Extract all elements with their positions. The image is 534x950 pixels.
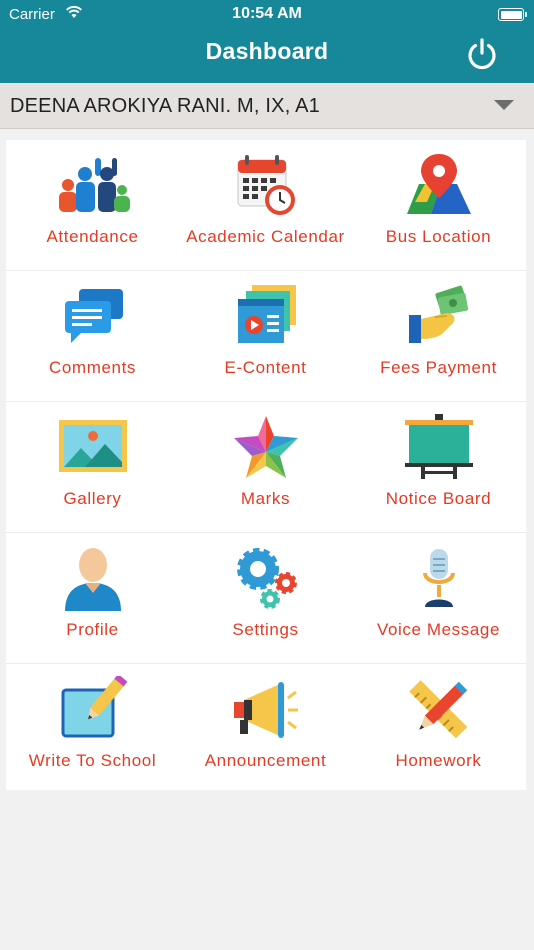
- video-content-icon: [237, 285, 296, 343]
- tile-profile[interactable]: Profile: [6, 533, 179, 663]
- tile-label: Voice Message: [376, 620, 501, 639]
- tile-label: Homework: [395, 751, 482, 770]
- tile-label: Gallery: [63, 489, 122, 508]
- tile-label: Profile: [66, 620, 119, 639]
- user-icon: [64, 548, 121, 611]
- chat-bubbles-icon: [64, 289, 123, 343]
- tile-label: Attendance: [46, 227, 139, 246]
- tile-fees-payment[interactable]: Fees Payment: [352, 271, 525, 401]
- tile-label: E-Content: [224, 358, 307, 377]
- app-header: Carrier 10:54 AM Dashboard: [0, 0, 534, 83]
- calendar-icon: [237, 155, 295, 215]
- tile-attendance[interactable]: Attendance: [6, 140, 179, 270]
- tile-announcement[interactable]: Announcement: [179, 664, 352, 794]
- tile-e-content[interactable]: E-Content: [179, 271, 352, 401]
- tile-notice-board[interactable]: Notice Board: [352, 402, 525, 532]
- tile-voice-message[interactable]: Voice Message: [352, 533, 525, 663]
- clock: 10:54 AM: [232, 5, 302, 22]
- board-icon: [404, 414, 473, 479]
- money-hand-icon: [408, 285, 468, 343]
- tile-marks[interactable]: Marks: [179, 402, 352, 532]
- grid-row: Gallery Marks Notice Board: [6, 402, 526, 532]
- gears-icon: [236, 548, 297, 609]
- picture-icon: [58, 420, 127, 472]
- microphone-icon: [422, 549, 455, 607]
- battery-icon: [498, 8, 527, 21]
- attendance-icon: [58, 158, 130, 212]
- dashboard-grid: Attendance Academic Calendar Bus Locatio…: [6, 140, 526, 790]
- tile-label: Announcement: [204, 751, 327, 770]
- grid-row: Comments E-Content Fees Payment: [6, 271, 526, 401]
- tile-settings[interactable]: Settings: [179, 533, 352, 663]
- star-icon: [233, 416, 298, 478]
- tile-gallery[interactable]: Gallery: [6, 402, 179, 532]
- page-title: Dashboard: [205, 38, 329, 64]
- pencil-ruler-icon: [408, 680, 467, 739]
- chevron-down-icon: [494, 100, 514, 110]
- megaphone-icon: [233, 682, 298, 738]
- tile-comments[interactable]: Comments: [6, 271, 179, 401]
- tile-write-to-school[interactable]: Write To School: [6, 664, 179, 794]
- tile-homework[interactable]: Homework: [352, 664, 525, 794]
- map-pin-icon: [406, 154, 471, 214]
- tile-label: Marks: [240, 489, 291, 508]
- tile-label: Fees Payment: [380, 358, 497, 377]
- tile-academic-calendar[interactable]: Academic Calendar: [179, 140, 352, 270]
- tile-bus-location[interactable]: Bus Location: [352, 140, 525, 270]
- tile-label: Academic Calendar: [186, 227, 345, 246]
- tile-label: Bus Location: [385, 227, 492, 246]
- student-selector[interactable]: DEENA AROKIYA RANI. M, IX, A1: [0, 83, 534, 129]
- grid-row: Attendance Academic Calendar Bus Locatio…: [6, 140, 526, 270]
- student-name: DEENA AROKIYA RANI. M, IX, A1: [10, 95, 320, 117]
- grid-row: Profile Settings Voice Message: [6, 533, 526, 663]
- tile-label: Settings: [232, 620, 299, 639]
- grid-row: Write To School Announcement Homework: [6, 664, 526, 794]
- tile-label: Write To School: [28, 751, 157, 770]
- status-bar: Carrier 10:54 AM: [0, 0, 534, 28]
- pencil-note-icon: [61, 676, 127, 738]
- tile-label: Comments: [49, 358, 136, 377]
- tile-label: Notice Board: [385, 489, 492, 508]
- power-icon[interactable]: [465, 37, 499, 71]
